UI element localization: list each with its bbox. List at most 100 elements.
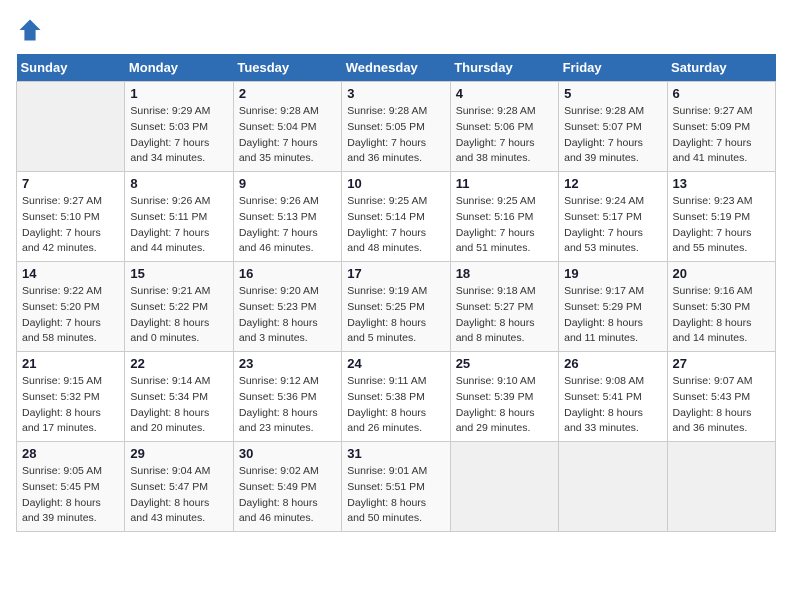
day-number: 20: [673, 266, 770, 281]
week-row-4: 21 Sunrise: 9:15 AMSunset: 5:32 PMDayligh…: [17, 352, 776, 442]
day-info: Sunrise: 9:27 AMSunset: 5:10 PMDaylight:…: [22, 194, 119, 257]
day-cell: [450, 442, 558, 532]
day-cell: 22 Sunrise: 9:14 AMSunset: 5:34 PMDayligh…: [125, 352, 233, 442]
day-cell: 1 Sunrise: 9:29 AMSunset: 5:03 PMDaylight…: [125, 82, 233, 172]
day-info: Sunrise: 9:01 AMSunset: 5:51 PMDaylight:…: [347, 464, 444, 527]
day-number: 21: [22, 356, 119, 371]
day-number: 27: [673, 356, 770, 371]
header: [16, 16, 776, 44]
day-number: 29: [130, 446, 227, 461]
day-cell: 19 Sunrise: 9:17 AMSunset: 5:29 PMDayligh…: [559, 262, 667, 352]
day-info: Sunrise: 9:15 AMSunset: 5:32 PMDaylight:…: [22, 374, 119, 437]
day-cell: 30 Sunrise: 9:02 AMSunset: 5:49 PMDayligh…: [233, 442, 341, 532]
day-info: Sunrise: 9:24 AMSunset: 5:17 PMDaylight:…: [564, 194, 661, 257]
day-number: 6: [673, 86, 770, 101]
day-cell: 25 Sunrise: 9:10 AMSunset: 5:39 PMDayligh…: [450, 352, 558, 442]
day-cell: 10 Sunrise: 9:25 AMSunset: 5:14 PMDayligh…: [342, 172, 450, 262]
day-number: 28: [22, 446, 119, 461]
day-info: Sunrise: 9:26 AMSunset: 5:11 PMDaylight:…: [130, 194, 227, 257]
day-info: Sunrise: 9:26 AMSunset: 5:13 PMDaylight:…: [239, 194, 336, 257]
day-number: 16: [239, 266, 336, 281]
day-number: 10: [347, 176, 444, 191]
day-cell: 13 Sunrise: 9:23 AMSunset: 5:19 PMDayligh…: [667, 172, 775, 262]
day-cell: 23 Sunrise: 9:12 AMSunset: 5:36 PMDayligh…: [233, 352, 341, 442]
day-info: Sunrise: 9:02 AMSunset: 5:49 PMDaylight:…: [239, 464, 336, 527]
day-info: Sunrise: 9:29 AMSunset: 5:03 PMDaylight:…: [130, 104, 227, 167]
week-row-5: 28Sunrise: 9:05 AMSunset: 5:45 PMDayligh…: [17, 442, 776, 532]
day-info: Sunrise: 9:28 AMSunset: 5:07 PMDaylight:…: [564, 104, 661, 167]
day-cell: 28Sunrise: 9:05 AMSunset: 5:45 PMDayligh…: [17, 442, 125, 532]
day-info: Sunrise: 9:17 AMSunset: 5:29 PMDaylight:…: [564, 284, 661, 347]
day-info: Sunrise: 9:28 AMSunset: 5:05 PMDaylight:…: [347, 104, 444, 167]
day-number: 25: [456, 356, 553, 371]
day-info: Sunrise: 9:04 AMSunset: 5:47 PMDaylight:…: [130, 464, 227, 527]
header-saturday: Saturday: [667, 54, 775, 82]
day-number: 22: [130, 356, 227, 371]
day-number: 26: [564, 356, 661, 371]
day-cell: 21 Sunrise: 9:15 AMSunset: 5:32 PMDayligh…: [17, 352, 125, 442]
day-info: Sunrise: 9:07 AMSunset: 5:43 PMDaylight:…: [673, 374, 770, 437]
day-info: Sunrise: 9:19 AMSunset: 5:25 PMDaylight:…: [347, 284, 444, 347]
day-number: 5: [564, 86, 661, 101]
day-cell: 20 Sunrise: 9:16 AMSunset: 5:30 PMDayligh…: [667, 262, 775, 352]
day-number: 30: [239, 446, 336, 461]
header-monday: Monday: [125, 54, 233, 82]
day-info: Sunrise: 9:12 AMSunset: 5:36 PMDaylight:…: [239, 374, 336, 437]
header-thursday: Thursday: [450, 54, 558, 82]
week-row-3: 14Sunrise: 9:22 AMSunset: 5:20 PMDayligh…: [17, 262, 776, 352]
day-cell: 3 Sunrise: 9:28 AMSunset: 5:05 PMDaylight…: [342, 82, 450, 172]
day-cell: 12 Sunrise: 9:24 AMSunset: 5:17 PMDayligh…: [559, 172, 667, 262]
day-cell: 29 Sunrise: 9:04 AMSunset: 5:47 PMDayligh…: [125, 442, 233, 532]
day-cell: 15Sunrise: 9:21 AMSunset: 5:22 PMDayligh…: [125, 262, 233, 352]
day-cell: 11Sunrise: 9:25 AMSunset: 5:16 PMDayligh…: [450, 172, 558, 262]
day-number: 19: [564, 266, 661, 281]
day-cell: [559, 442, 667, 532]
day-number: 3: [347, 86, 444, 101]
day-cell: 16 Sunrise: 9:20 AMSunset: 5:23 PMDayligh…: [233, 262, 341, 352]
day-info: Sunrise: 9:22 AMSunset: 5:20 PMDaylight:…: [22, 284, 119, 347]
day-number: 9: [239, 176, 336, 191]
day-cell: 27 Sunrise: 9:07 AMSunset: 5:43 PMDayligh…: [667, 352, 775, 442]
day-cell: 8Sunrise: 9:26 AMSunset: 5:11 PMDaylight…: [125, 172, 233, 262]
day-info: Sunrise: 9:25 AMSunset: 5:14 PMDaylight:…: [347, 194, 444, 257]
day-info: Sunrise: 9:23 AMSunset: 5:19 PMDaylight:…: [673, 194, 770, 257]
day-number: 2: [239, 86, 336, 101]
day-number: 17: [347, 266, 444, 281]
header-sunday: Sunday: [17, 54, 125, 82]
logo: [16, 16, 48, 44]
day-number: 11: [456, 176, 553, 191]
day-cell: [667, 442, 775, 532]
day-info: Sunrise: 9:11 AMSunset: 5:38 PMDaylight:…: [347, 374, 444, 437]
day-cell: 7 Sunrise: 9:27 AMSunset: 5:10 PMDaylight…: [17, 172, 125, 262]
day-number: 23: [239, 356, 336, 371]
week-row-1: 1 Sunrise: 9:29 AMSunset: 5:03 PMDaylight…: [17, 82, 776, 172]
day-number: 12: [564, 176, 661, 191]
day-number: 15: [130, 266, 227, 281]
day-number: 31: [347, 446, 444, 461]
day-info: Sunrise: 9:08 AMSunset: 5:41 PMDaylight:…: [564, 374, 661, 437]
header-friday: Friday: [559, 54, 667, 82]
day-cell: [17, 82, 125, 172]
day-info: Sunrise: 9:16 AMSunset: 5:30 PMDaylight:…: [673, 284, 770, 347]
day-number: 13: [673, 176, 770, 191]
day-cell: 14Sunrise: 9:22 AMSunset: 5:20 PMDayligh…: [17, 262, 125, 352]
logo-icon: [16, 16, 44, 44]
day-number: 4: [456, 86, 553, 101]
day-cell: 4Sunrise: 9:28 AMSunset: 5:06 PMDaylight…: [450, 82, 558, 172]
day-info: Sunrise: 9:27 AMSunset: 5:09 PMDaylight:…: [673, 104, 770, 167]
day-number: 18: [456, 266, 553, 281]
day-cell: 5 Sunrise: 9:28 AMSunset: 5:07 PMDaylight…: [559, 82, 667, 172]
day-number: 7: [22, 176, 119, 191]
day-info: Sunrise: 9:28 AMSunset: 5:04 PMDaylight:…: [239, 104, 336, 167]
week-row-2: 7 Sunrise: 9:27 AMSunset: 5:10 PMDaylight…: [17, 172, 776, 262]
day-cell: 17 Sunrise: 9:19 AMSunset: 5:25 PMDayligh…: [342, 262, 450, 352]
day-info: Sunrise: 9:14 AMSunset: 5:34 PMDaylight:…: [130, 374, 227, 437]
day-cell: 26 Sunrise: 9:08 AMSunset: 5:41 PMDayligh…: [559, 352, 667, 442]
header-tuesday: Tuesday: [233, 54, 341, 82]
day-info: Sunrise: 9:18 AMSunset: 5:27 PMDaylight:…: [456, 284, 553, 347]
day-info: Sunrise: 9:20 AMSunset: 5:23 PMDaylight:…: [239, 284, 336, 347]
day-number: 1: [130, 86, 227, 101]
day-info: Sunrise: 9:10 AMSunset: 5:39 PMDaylight:…: [456, 374, 553, 437]
day-cell: 6 Sunrise: 9:27 AMSunset: 5:09 PMDaylight…: [667, 82, 775, 172]
day-cell: 31 Sunrise: 9:01 AMSunset: 5:51 PMDayligh…: [342, 442, 450, 532]
